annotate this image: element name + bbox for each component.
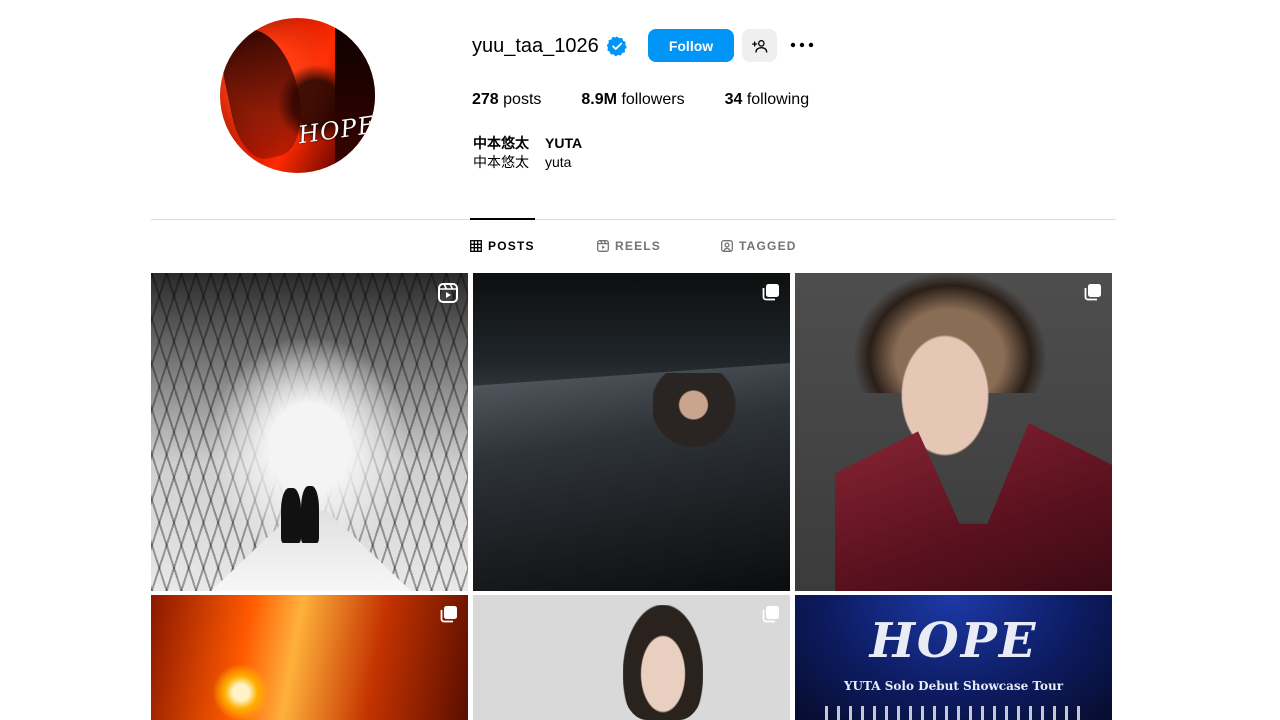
username-row: yuu_taa_1026 xyxy=(472,31,627,61)
carousel-icon xyxy=(762,606,779,623)
more-horizontal-icon xyxy=(790,42,814,48)
verified-badge-icon xyxy=(606,36,627,56)
tab-reels[interactable]: REELS xyxy=(597,239,661,253)
reel-icon xyxy=(438,283,458,303)
tab-posts-label: POSTS xyxy=(488,239,535,253)
carousel-icon xyxy=(762,284,779,301)
add-person-icon xyxy=(751,39,767,53)
tab-tagged-label: TAGGED xyxy=(739,239,797,253)
posts-count-label: posts xyxy=(503,91,542,108)
profile-username: yuu_taa_1026 xyxy=(472,34,599,57)
post-image-detail xyxy=(623,605,703,720)
active-tab-indicator xyxy=(470,218,535,220)
follow-button[interactable]: Follow xyxy=(648,29,734,62)
following-count-label: following xyxy=(746,91,810,108)
profile-tabs: POSTS REELS TAGGED xyxy=(0,239,1280,255)
avatar-art-shadow xyxy=(335,18,375,173)
carousel-icon xyxy=(440,606,457,623)
post-image-detail xyxy=(653,373,743,453)
full-name-en: YUTA xyxy=(545,135,583,151)
post-tile[interactable] xyxy=(473,273,790,591)
profile-avatar[interactable]: HOPE xyxy=(220,18,375,173)
tab-posts[interactable]: POSTS xyxy=(470,239,535,253)
post-tile[interactable] xyxy=(151,595,468,720)
post-tile[interactable] xyxy=(473,595,790,720)
reels-icon xyxy=(597,240,609,252)
tab-reels-label: REELS xyxy=(615,239,662,253)
full-name-jp: 中本悠太 xyxy=(473,135,529,151)
post-image-detail xyxy=(281,488,301,543)
post-image-detail xyxy=(301,486,319,543)
post-image-subtitle-text: YUTA Solo Debut Showcase Tour xyxy=(843,679,1064,693)
post-image-detail xyxy=(825,706,1085,720)
posts-count-value: 278 xyxy=(472,91,499,108)
post-image-title-text: HOPE xyxy=(869,613,1038,669)
tab-tagged[interactable]: TAGGED xyxy=(721,239,797,253)
post-tile[interactable] xyxy=(795,273,1112,591)
more-options-button[interactable] xyxy=(788,33,816,57)
avatar-art xyxy=(220,22,311,164)
post-tile[interactable] xyxy=(151,273,468,591)
profile-stats: 278 posts 8.9M followers 34 following xyxy=(472,91,849,109)
bio-en: yuta xyxy=(545,154,572,170)
followers-count-value: 8.9M xyxy=(581,91,617,108)
followers-count[interactable]: 8.9M followers xyxy=(581,91,684,109)
grid-icon xyxy=(470,240,482,252)
followers-count-label: followers xyxy=(621,91,685,108)
carousel-icon xyxy=(1084,284,1101,301)
posts-count: 278 posts xyxy=(472,91,541,109)
post-image-detail xyxy=(211,665,271,720)
profile-bio: 中本悠太 yuta xyxy=(473,152,571,172)
tagged-icon xyxy=(721,240,733,252)
tabs-divider xyxy=(151,219,1116,220)
following-count-value: 34 xyxy=(724,91,743,108)
bio-jp: 中本悠太 xyxy=(473,154,529,170)
profile-full-name: 中本悠太 YUTA xyxy=(473,133,582,153)
suggested-accounts-button[interactable] xyxy=(742,29,777,62)
post-tile[interactable]: HOPE YUTA Solo Debut Showcase Tour xyxy=(795,595,1112,720)
following-count[interactable]: 34 following xyxy=(725,91,810,109)
